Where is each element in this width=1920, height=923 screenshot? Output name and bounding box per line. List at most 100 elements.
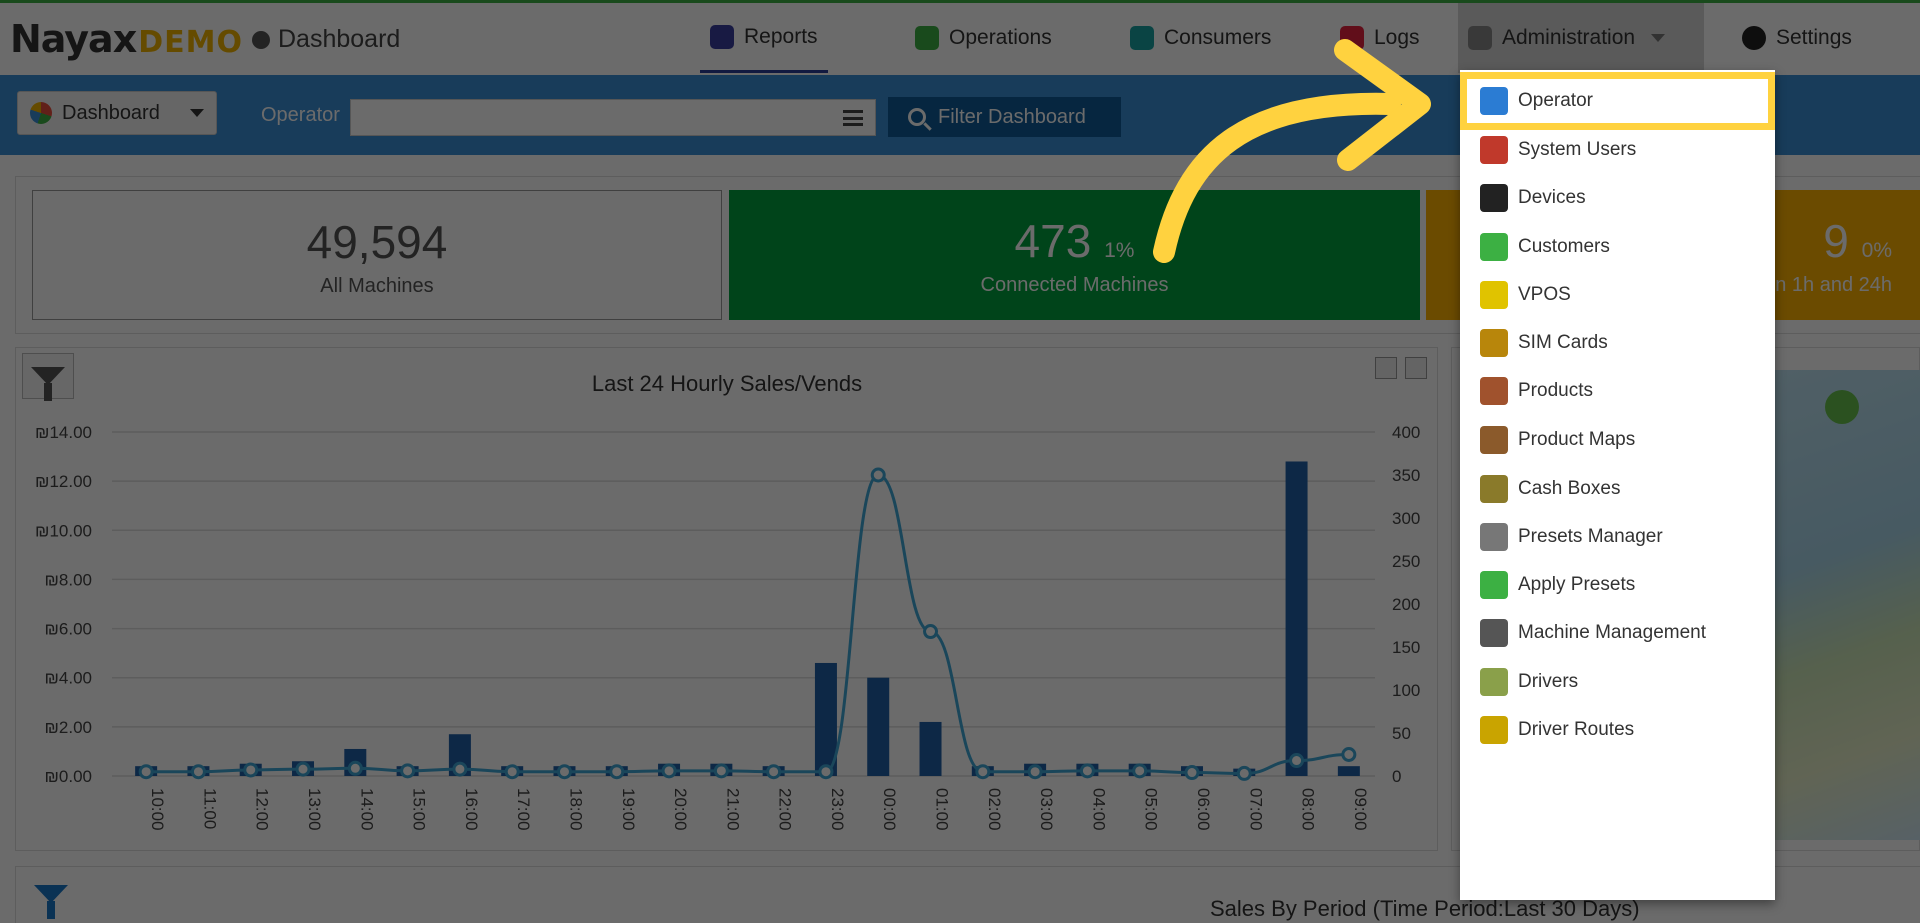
vends-point[interactable] xyxy=(766,764,782,780)
stat-label: Connected Machines xyxy=(980,274,1169,296)
admin-menu-label: Devices xyxy=(1518,187,1586,208)
x-tick-label: 13:00 xyxy=(305,788,324,831)
products-icon xyxy=(1480,377,1508,405)
chevron-down-icon xyxy=(1651,34,1666,42)
x-tick-label: 20:00 xyxy=(671,788,690,831)
sales-bar[interactable] xyxy=(919,721,942,776)
admin-menu-label: Operator xyxy=(1518,90,1593,111)
stat-percent: 0% xyxy=(1861,239,1892,262)
nav-logs-label: Logs xyxy=(1374,26,1420,49)
stat-card-all-machines[interactable]: 49,594 All Machines xyxy=(32,190,722,320)
vends-point[interactable] xyxy=(452,761,468,777)
y-left-tick-label: ₪8.00 xyxy=(44,570,92,589)
presets-manager-icon xyxy=(1480,523,1508,551)
vends-point[interactable] xyxy=(923,624,939,640)
map-marker[interactable] xyxy=(1825,390,1859,424)
y-right-tick-label: 100 xyxy=(1392,681,1420,700)
x-tick-label: 01:00 xyxy=(933,788,952,831)
nav-consumers[interactable]: Consumers xyxy=(1120,3,1281,73)
x-tick-label: 10:00 xyxy=(148,788,167,831)
operator-icon xyxy=(1480,87,1508,115)
period-filter-button[interactable] xyxy=(28,872,74,919)
operations-icon xyxy=(915,26,939,50)
admin-menu-item-driver-routes[interactable]: Driver Routes xyxy=(1460,701,1775,759)
dashboard-dot-icon xyxy=(252,30,270,49)
filter-funnel-icon xyxy=(34,885,68,919)
sales-bar[interactable] xyxy=(1337,766,1360,776)
vends-point[interactable] xyxy=(713,763,729,779)
admin-menu-label: Machine Management xyxy=(1518,622,1706,643)
vends-point[interactable] xyxy=(609,764,625,780)
operator-input[interactable] xyxy=(350,99,876,136)
nav-logs[interactable]: Logs xyxy=(1330,3,1430,73)
nav-reports[interactable]: Reports xyxy=(700,3,828,73)
operator-label: Operator xyxy=(261,104,340,126)
vends-point[interactable] xyxy=(400,763,416,779)
sales-bar[interactable] xyxy=(867,677,890,776)
vends-point[interactable] xyxy=(661,763,677,779)
vends-point[interactable] xyxy=(295,761,311,777)
pie-chart-icon xyxy=(30,102,52,124)
machine-management-icon xyxy=(1480,619,1508,647)
vends-point[interactable] xyxy=(870,467,886,483)
y-left-tick-label: ₪4.00 xyxy=(44,669,92,688)
vends-point[interactable] xyxy=(1184,765,1200,781)
vends-point[interactable] xyxy=(504,764,520,780)
nav-administration[interactable]: Administration xyxy=(1458,3,1704,73)
vends-point[interactable] xyxy=(190,764,206,780)
admin-menu-label: Drivers xyxy=(1518,671,1579,692)
filter-dashboard-label: Filter Dashboard xyxy=(938,105,1086,128)
stat-percent: 1% xyxy=(1104,239,1135,262)
y-right-tick-label: 200 xyxy=(1392,595,1420,614)
vends-point[interactable] xyxy=(1289,753,1305,769)
list-icon[interactable] xyxy=(843,110,863,126)
vends-point[interactable] xyxy=(1341,747,1357,762)
vends-point[interactable] xyxy=(556,764,572,780)
nav-operations[interactable]: Operations xyxy=(905,3,1062,73)
x-tick-label: 08:00 xyxy=(1299,788,1318,831)
vpos-icon xyxy=(1480,281,1508,309)
nav-administration-label: Administration xyxy=(1502,26,1636,49)
stat-value: 49,594 xyxy=(306,216,448,268)
product-maps-icon xyxy=(1480,426,1508,454)
vends-point[interactable] xyxy=(975,764,991,780)
filter-dashboard-button[interactable]: Filter Dashboard xyxy=(888,97,1121,137)
vends-point[interactable] xyxy=(347,760,363,776)
x-tick-label: 16:00 xyxy=(462,788,481,831)
apply-presets-icon xyxy=(1480,571,1508,599)
stat-value: 9 xyxy=(1823,215,1849,267)
vends-point[interactable] xyxy=(1236,765,1252,781)
nayax-logo[interactable]: NayaxDEMO xyxy=(10,17,243,61)
machines-map[interactable] xyxy=(1760,370,1920,840)
vends-point[interactable] xyxy=(1027,764,1043,780)
y-right-tick-label: 0 xyxy=(1392,767,1401,786)
x-tick-label: 12:00 xyxy=(253,788,272,831)
x-tick-label: 17:00 xyxy=(514,788,533,831)
stat-value: 473 xyxy=(1014,215,1092,267)
x-tick-label: 14:00 xyxy=(357,788,376,831)
y-right-tick-label: 250 xyxy=(1392,552,1420,571)
vends-point[interactable] xyxy=(243,762,259,778)
y-left-tick-label: ₪14.00 xyxy=(35,423,92,442)
x-tick-label: 04:00 xyxy=(1089,788,1108,831)
chart-title: Last 24 Hourly Sales/Vends xyxy=(592,371,862,396)
vends-point[interactable] xyxy=(1132,763,1148,779)
y-right-tick-label: 350 xyxy=(1392,466,1420,485)
dashboard-select[interactable]: Dashboard xyxy=(17,91,217,135)
x-tick-label: 00:00 xyxy=(880,788,899,831)
sales-bar[interactable] xyxy=(1285,461,1308,776)
breadcrumb-label: Dashboard xyxy=(278,25,401,53)
nav-settings[interactable]: Settings xyxy=(1732,3,1862,73)
vends-point[interactable] xyxy=(818,764,834,780)
y-right-tick-label: 150 xyxy=(1392,638,1420,657)
nav-consumers-label: Consumers xyxy=(1164,26,1272,49)
x-tick-label: 23:00 xyxy=(828,788,847,831)
admin-menu-label: Driver Routes xyxy=(1518,719,1635,740)
gear-icon xyxy=(1742,26,1766,50)
vends-point[interactable] xyxy=(1079,763,1095,779)
stat-card-connected-machines[interactable]: 473 1% Connected Machines xyxy=(729,190,1420,320)
vends-point[interactable] xyxy=(138,764,154,780)
admin-menu-label: Product Maps xyxy=(1518,429,1636,450)
x-tick-label: 18:00 xyxy=(566,788,585,831)
chevron-down-icon xyxy=(190,109,204,117)
